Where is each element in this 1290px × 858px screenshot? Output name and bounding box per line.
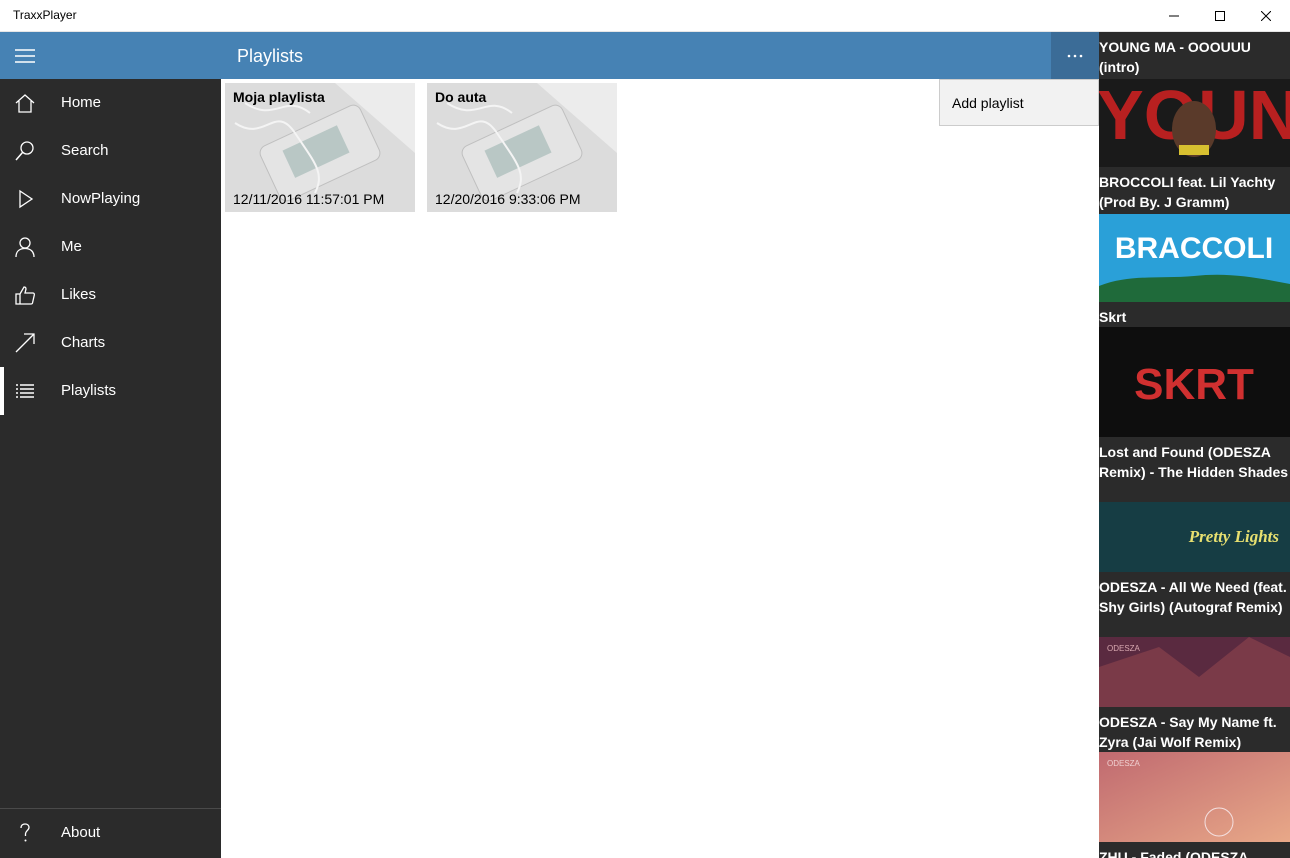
track-artwork[interactable]: Pretty Lights xyxy=(1099,502,1290,572)
close-icon xyxy=(1261,11,1271,21)
nav-item-label: Me xyxy=(61,238,82,255)
nav-item-label: NowPlaying xyxy=(61,190,141,207)
maximize-button[interactable] xyxy=(1197,0,1243,32)
person-icon xyxy=(15,237,35,258)
track-artwork[interactable]: SKRT xyxy=(1099,327,1290,437)
nav-item-playlists[interactable]: Playlists xyxy=(0,367,221,415)
playlists-grid: Moja playlista 12/11/2016 11:57:01 PM Do… xyxy=(221,79,1099,858)
menu-item-label: Add playlist xyxy=(952,95,1024,111)
hamburger-button[interactable] xyxy=(0,32,50,79)
more-options-flyout: Add playlist xyxy=(939,79,1099,126)
track-title[interactable]: Skrt xyxy=(1099,307,1290,327)
add-playlist-menu-item[interactable]: Add playlist xyxy=(940,80,1098,125)
minimize-icon xyxy=(1169,15,1179,17)
nav-item-label: Search xyxy=(61,142,109,159)
track-title[interactable]: BROCCOLI feat. Lil Yachty (Prod By. J Gr… xyxy=(1099,172,1290,212)
track-artwork[interactable]: YOUNG xyxy=(1099,79,1290,167)
nav-sidebar: Home Search NowPlaying Me Likes Charts P… xyxy=(0,79,221,858)
nav-item-charts[interactable]: Charts xyxy=(0,319,221,367)
app-header: Playlists xyxy=(0,32,1099,79)
search-icon xyxy=(15,141,34,161)
nav-item-likes[interactable]: Likes xyxy=(0,271,221,319)
playlist-tile[interactable]: Moja playlista 12/11/2016 11:57:01 PM xyxy=(225,83,415,212)
playlist-name: Moja playlista xyxy=(233,89,325,105)
list-icon xyxy=(16,384,34,398)
more-options-button[interactable] xyxy=(1051,32,1099,79)
artwork-text: ODESZA xyxy=(1107,644,1141,653)
playlist-date: 12/11/2016 11:57:01 PM xyxy=(233,191,385,207)
nav-item-label: Home xyxy=(61,94,102,111)
track-artwork[interactable]: ODESZA xyxy=(1099,752,1290,842)
artwork-text: Pretty Lights xyxy=(1188,527,1280,546)
track-title[interactable]: Lost and Found (ODESZA Remix) - The Hidd… xyxy=(1099,442,1290,482)
nav-item-label: Charts xyxy=(61,334,106,351)
track-title[interactable]: YOUNG MA - OOOUUU (intro) xyxy=(1099,37,1290,77)
nav-item-label: About xyxy=(61,824,101,841)
artwork-text: BRACCOLI xyxy=(1115,232,1273,265)
playlist-date: 12/20/2016 9:33:06 PM xyxy=(435,191,581,207)
trending-arrow-icon xyxy=(15,333,35,353)
track-artwork[interactable]: ODESZA xyxy=(1099,637,1290,707)
home-icon xyxy=(15,94,35,113)
playlist-name: Do auta xyxy=(435,89,487,105)
page-title: Playlists xyxy=(237,46,304,66)
active-indicator xyxy=(0,367,4,415)
play-icon xyxy=(19,189,34,209)
nav-item-nowplaying[interactable]: NowPlaying xyxy=(0,175,221,223)
maximize-icon xyxy=(1215,11,1225,21)
artwork-text: SKRT xyxy=(1134,360,1254,409)
nav-item-home[interactable]: Home xyxy=(0,79,221,127)
artwork-text: ODESZA xyxy=(1107,759,1141,768)
nav-item-search[interactable]: Search xyxy=(0,127,221,175)
nav-item-about[interactable]: About xyxy=(0,809,221,857)
track-title[interactable]: ODESZA - All We Need (feat. Shy Girls) (… xyxy=(1099,577,1290,617)
ellipsis-icon xyxy=(1067,54,1083,57)
playlist-tile[interactable]: Do auta 12/20/2016 9:33:06 PM xyxy=(427,83,617,212)
nav-item-me[interactable]: Me xyxy=(0,223,221,271)
tracks-panel: YOUNG MA - OOOUUU (intro) YOUNG BROCCOLI… xyxy=(1099,32,1290,858)
close-button[interactable] xyxy=(1243,0,1289,32)
track-artwork[interactable]: BRACCOLI xyxy=(1099,214,1290,302)
nav-item-label: Playlists xyxy=(61,382,117,399)
window-title: TraxxPlayer xyxy=(13,8,77,22)
track-title[interactable]: ZHU - Faded (ODESZA xyxy=(1099,847,1290,858)
window-titlebar: TraxxPlayer xyxy=(0,0,1290,32)
thumbs-up-icon xyxy=(15,286,35,305)
hamburger-icon xyxy=(15,48,35,63)
track-title[interactable]: ODESZA - Say My Name ft. Zyra (Jai Wolf … xyxy=(1099,712,1290,752)
nav-item-label: Likes xyxy=(61,286,97,303)
minimize-button[interactable] xyxy=(1151,0,1197,32)
question-icon xyxy=(20,823,30,842)
